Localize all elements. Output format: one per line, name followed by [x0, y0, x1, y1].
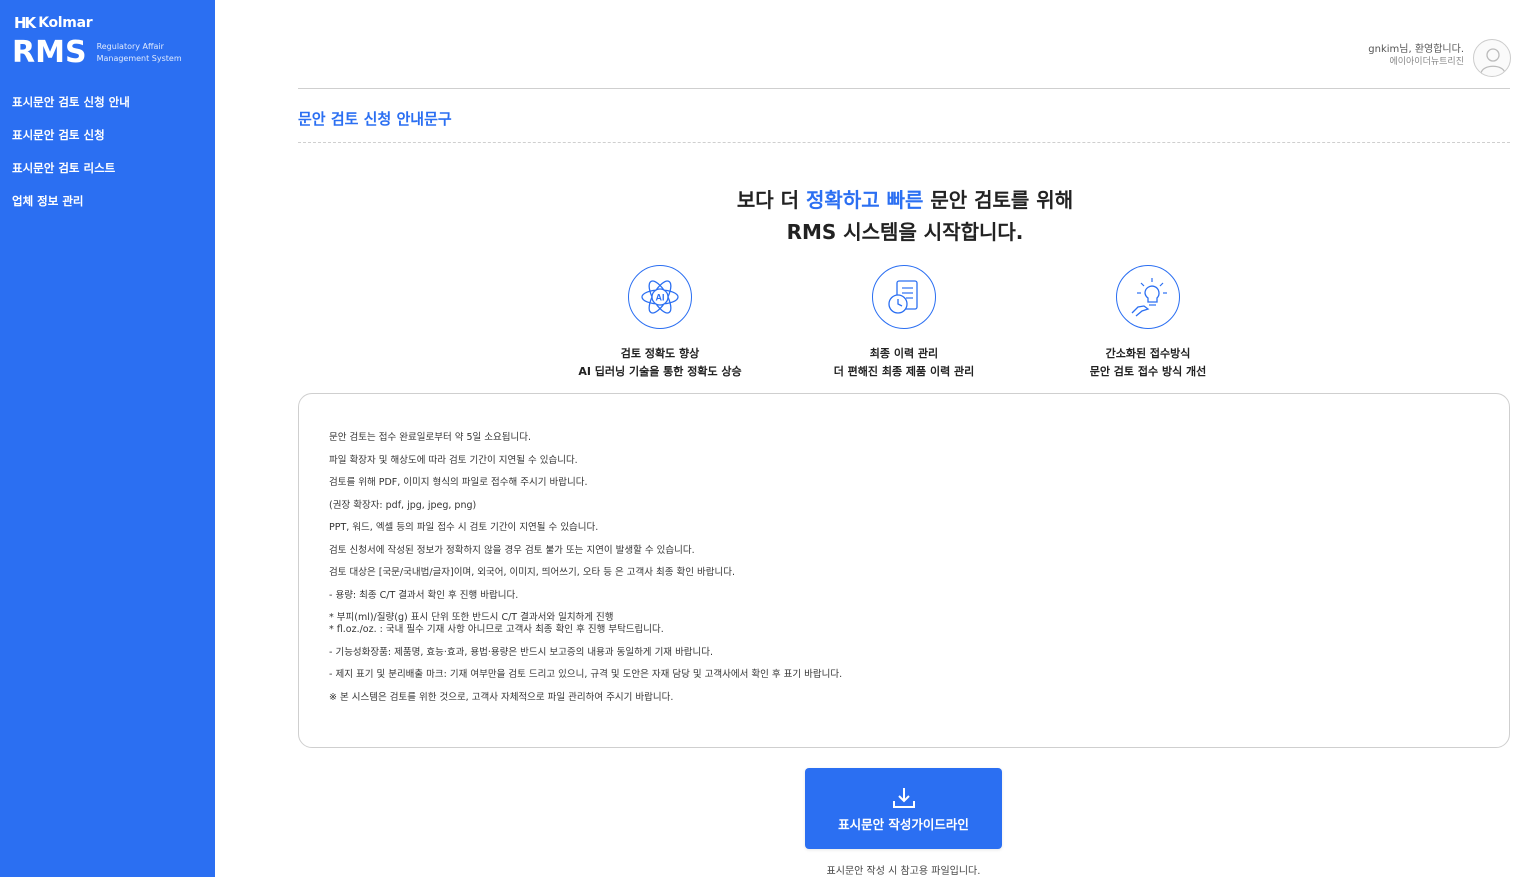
title-divider — [298, 142, 1510, 143]
user-greeting: gnkim님, 환영합니다. — [1368, 44, 1464, 55]
system-title: RMS Regulatory Affair Management System — [12, 36, 182, 70]
sidebar-item-review-guide[interactable]: 표시문안 검토 신청 안내 — [12, 93, 130, 126]
notice-line: (권장 확장자: pdf, jpg, jpeg, png) — [329, 499, 477, 511]
notice-line: 검토 대상은 [국문/국내법/글자]이며, 외국어, 이미지, 띄어쓰기, 오타… — [329, 567, 736, 578]
sidebar-item-review-list[interactable]: 표시문안 검토 리스트 — [12, 159, 130, 192]
feature-desc: 문안 검토 접수 방식 개선 — [1089, 365, 1207, 378]
feature-icon-wrap: AI — [628, 265, 692, 329]
notice-line: 문안 검토는 접수 완료일로부터 약 5일 소요됩니다. — [329, 432, 531, 443]
system-subtitle: Regulatory Affair Management System — [97, 41, 182, 65]
notice-line: 검토를 위해 PDF, 이미지 형식의 파일로 접수해 주시기 바랍니다. — [329, 477, 588, 488]
header-divider — [298, 88, 1510, 89]
notice-line: 검토 신청서에 작성된 정보가 정확하지 않을 경우 검토 불가 또는 지연이 … — [329, 544, 695, 556]
feature-title: 최종 이력 관리 — [869, 347, 939, 360]
user-avatar-icon — [1480, 48, 1506, 74]
brand-name: Kolmar — [38, 15, 93, 31]
hero-line-1: 보다 더 정확하고 빠른 문안 검토를 위해 — [560, 184, 1250, 216]
user-info: gnkim님, 환영합니다. 에이아이더뉴트리진 — [1368, 44, 1464, 68]
hero-highlight: 정확하고 빠른 — [806, 188, 924, 212]
feature-history: 최종 이력 관리 더 편해진 최종 제품 이력 관리 — [784, 265, 1024, 381]
feature-icon-wrap — [1116, 265, 1180, 329]
hero-heading: 보다 더 정확하고 빠른 문안 검토를 위해 RMS 시스템을 시작합니다. — [560, 184, 1250, 248]
kolmar-logo[interactable]: HK Kolmar — [14, 14, 93, 32]
brand-mark: HK — [14, 14, 36, 32]
hero-text-c: 문안 검토를 위해 — [923, 188, 1074, 212]
notice-box: 문안 검토는 접수 완료일로부터 약 5일 소요됩니다. 파일 확장자 및 해상… — [298, 393, 1510, 748]
feature-accuracy: AI 검토 정확도 향상 AI 딥러닝 기술을 통한 정확도 상승 — [540, 265, 780, 381]
notice-line: - 제지 표기 및 분리배출 마크: 기재 여부만을 검토 드리고 있으니, 규… — [329, 669, 843, 680]
guideline-button-label: 표시문안 작성가이드라인 — [838, 817, 969, 832]
notice-line: - 용량: 최종 C/T 결과서 확인 후 진행 바랍니다. — [329, 589, 519, 601]
hero-text-a: 보다 더 — [736, 188, 807, 212]
sidebar-nav: 표시문안 검토 신청 안내 표시문안 검토 신청 표시문안 검토 리스트 업체 … — [12, 93, 130, 225]
svg-text:AI: AI — [656, 293, 665, 303]
ai-atom-icon: AI — [641, 280, 679, 314]
notice-line: 파일 확장자 및 해상도에 따라 검토 기간이 지연될 수 있습니다. — [329, 454, 578, 466]
hero-line-2: RMS 시스템을 시작합니다. — [786, 220, 1024, 244]
sidebar-item-review-request[interactable]: 표시문안 검토 신청 — [12, 126, 130, 159]
download-icon — [893, 788, 915, 808]
system-name: RMS — [12, 35, 87, 70]
notice-line: PPT, 워드, 엑셀 등의 파일 접수 시 검토 기간이 지연될 수 있습니다… — [329, 522, 599, 533]
notice-line: * 부피(ml)/질량(g) 표시 단위 또한 반드시 C/T 결과서와 일치하… — [329, 612, 614, 623]
feature-title: 간소화된 접수방식 — [1105, 347, 1191, 360]
system-subtitle-line-1: Regulatory Affair — [96, 42, 164, 51]
notice-line: ※ 본 시스템은 검토를 위한 것으로, 고객사 자체적으로 파일 관리하여 주… — [329, 691, 674, 703]
sidebar-item-company-info[interactable]: 업체 정보 관리 — [12, 192, 130, 225]
avatar[interactable] — [1473, 39, 1511, 77]
lightbulb-hand-icon — [1131, 278, 1167, 317]
guideline-download-button[interactable]: 표시문안 작성가이드라인 — [805, 768, 1002, 849]
feature-list: AI 검토 정확도 향상 AI 딥러닝 기술을 통한 정확도 상승 최종 이력 … — [540, 265, 1280, 385]
system-subtitle-line-2: Management System — [96, 54, 182, 63]
notice-line: * fl.oz./oz. : 국내 필수 기재 사항 아니므로 고객사 최종 확… — [329, 624, 664, 635]
page-title: 문안 검토 신청 안내문구 — [298, 110, 452, 128]
feature-desc: 더 편해진 최종 제품 이력 관리 — [833, 365, 975, 378]
feature-icon-wrap — [872, 265, 936, 329]
feature-desc: AI 딥러닝 기술을 통한 정확도 상승 — [578, 365, 742, 378]
feature-simplified: 간소화된 접수방식 문안 검토 접수 방식 개선 — [1028, 265, 1268, 381]
document-history-icon — [888, 280, 918, 314]
user-company: 에이아이더뉴트리진 — [1389, 57, 1464, 67]
guideline-note: 표시문안 작성 시 참고용 파일입니다. — [826, 866, 981, 877]
sidebar: HK Kolmar RMS Regulatory Affair Manageme… — [0, 0, 215, 877]
feature-title: 검토 정확도 향상 — [620, 347, 700, 360]
notice-line: - 기능성화장품: 제품명, 효능·효과, 용법·용량은 반드시 보고증의 내용… — [329, 646, 714, 658]
